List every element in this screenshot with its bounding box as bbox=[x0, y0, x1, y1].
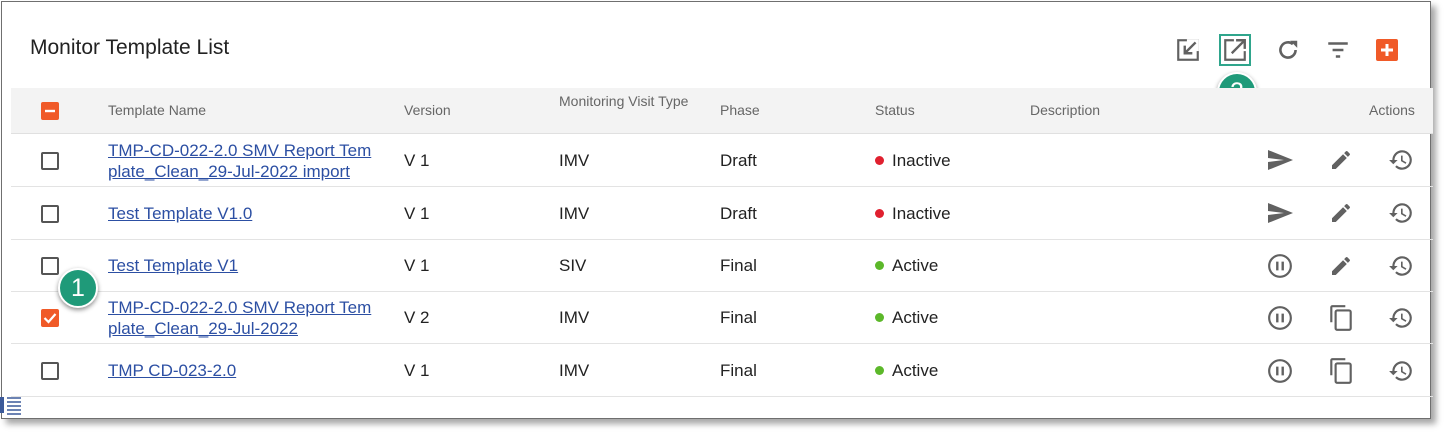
pause-icon bbox=[1268, 254, 1292, 278]
add-icon bbox=[1376, 39, 1398, 61]
col-visit-type[interactable]: Monitoring Visit Type bbox=[559, 93, 689, 110]
table-row: TMP CD-023-2.0 V 1 IMV Final Active bbox=[11, 344, 1433, 397]
template-name-link[interactable]: Test Template V1 bbox=[108, 255, 238, 276]
export-button[interactable] bbox=[1219, 34, 1251, 66]
table-row: Test Template V1 V 1 SIV Final Active bbox=[11, 239, 1433, 292]
select-all-checkbox[interactable] bbox=[41, 102, 59, 120]
version-cell: V 1 bbox=[404, 361, 430, 380]
pause-button[interactable] bbox=[1265, 303, 1295, 333]
version-cell: V 1 bbox=[404, 204, 430, 223]
table-row: Test Template V1.0 V 1 IMV Draft Inactiv… bbox=[11, 187, 1433, 240]
version-cell: V 2 bbox=[404, 308, 430, 327]
visit-type-cell: IMV bbox=[559, 308, 590, 327]
send-button[interactable] bbox=[1265, 198, 1295, 228]
table-row: TMP-CD-022-2.0 SMV Report Tem plate_Clean… bbox=[11, 134, 1433, 187]
col-phase[interactable]: Phase bbox=[720, 102, 760, 119]
status-cell: Active bbox=[875, 256, 938, 276]
status-cell: Inactive bbox=[875, 204, 951, 224]
row-checkbox[interactable] bbox=[41, 309, 59, 327]
send-button[interactable] bbox=[1265, 145, 1295, 175]
phase-cell: Final bbox=[720, 361, 757, 380]
col-actions: Actions bbox=[1369, 102, 1415, 118]
visit-type-cell: IMV bbox=[559, 204, 590, 223]
phase-cell: Final bbox=[720, 308, 757, 327]
visit-type-cell: IMV bbox=[559, 151, 590, 170]
visit-type-cell: SIV bbox=[559, 256, 587, 275]
edit-icon bbox=[1332, 256, 1351, 275]
status-dot-inactive bbox=[875, 209, 884, 218]
history-button[interactable] bbox=[1386, 145, 1416, 175]
status-cell: Inactive bbox=[875, 151, 951, 171]
minus-icon bbox=[45, 109, 55, 113]
history-icon bbox=[1389, 150, 1412, 170]
edit-icon bbox=[1332, 150, 1351, 169]
pause-icon bbox=[1268, 359, 1292, 383]
refresh-button[interactable] bbox=[1272, 34, 1304, 66]
list-menu-icon[interactable] bbox=[0, 394, 22, 416]
col-template-name[interactable]: Template Name bbox=[108, 102, 206, 119]
import-button[interactable] bbox=[1172, 34, 1204, 66]
status-dot-inactive bbox=[875, 156, 884, 165]
table-row: TMP-CD-022-2.0 SMV Report Tem plate_Clean… bbox=[11, 291, 1433, 344]
version-cell: V 1 bbox=[404, 151, 430, 170]
template-name-link[interactable]: TMP-CD-022-2.0 SMV Report Tem plate_Clean… bbox=[108, 297, 371, 339]
copy-icon bbox=[1330, 358, 1352, 384]
page-title: Monitor Template List bbox=[30, 36, 230, 59]
status-cell: Active bbox=[875, 308, 938, 328]
template-name-link[interactable]: TMP-CD-022-2.0 SMV Report Tem plate_Clean… bbox=[108, 140, 371, 182]
edit-button[interactable] bbox=[1326, 251, 1356, 281]
template-list-panel: Monitor Template List 2 Template Name Ve… bbox=[1, 1, 1433, 419]
table-header: Template Name Version Monitoring Visit T… bbox=[11, 88, 1433, 134]
col-status[interactable]: Status bbox=[875, 102, 915, 119]
pause-button[interactable] bbox=[1265, 251, 1295, 281]
pause-icon bbox=[1268, 306, 1292, 330]
template-name-link[interactable]: Test Template V1.0 bbox=[108, 203, 252, 224]
refresh-icon bbox=[1279, 40, 1298, 59]
filter-icon bbox=[1328, 42, 1348, 58]
edit-button[interactable] bbox=[1326, 145, 1356, 175]
callout-1: 1 bbox=[58, 268, 98, 308]
history-button[interactable] bbox=[1386, 356, 1416, 386]
col-version[interactable]: Version bbox=[404, 102, 451, 119]
status-dot-active bbox=[875, 261, 884, 270]
col-description[interactable]: Description bbox=[1030, 102, 1100, 119]
row-checkbox[interactable] bbox=[41, 257, 59, 275]
send-icon bbox=[1268, 203, 1293, 223]
row-checkbox[interactable] bbox=[41, 205, 59, 223]
copy-button[interactable] bbox=[1326, 303, 1356, 333]
row-checkbox[interactable] bbox=[41, 152, 59, 170]
history-button[interactable] bbox=[1386, 303, 1416, 333]
visit-type-cell: IMV bbox=[559, 361, 590, 380]
copy-icon bbox=[1330, 305, 1352, 331]
status-dot-active bbox=[875, 366, 884, 375]
copy-button[interactable] bbox=[1326, 356, 1356, 386]
pause-button[interactable] bbox=[1265, 356, 1295, 386]
version-cell: V 1 bbox=[404, 256, 430, 275]
export-icon bbox=[1224, 39, 1246, 61]
history-icon bbox=[1389, 203, 1412, 223]
phase-cell: Final bbox=[720, 256, 757, 275]
phase-cell: Draft bbox=[720, 204, 757, 223]
template-name-link[interactable]: TMP CD-023-2.0 bbox=[108, 360, 236, 381]
history-icon bbox=[1389, 256, 1412, 276]
checkmark-icon bbox=[43, 313, 57, 324]
filter-button[interactable] bbox=[1322, 34, 1354, 66]
status-cell: Active bbox=[875, 361, 938, 381]
send-icon bbox=[1268, 150, 1293, 170]
import-icon bbox=[1177, 39, 1199, 61]
edit-button[interactable] bbox=[1326, 198, 1356, 228]
phase-cell: Draft bbox=[720, 151, 757, 170]
history-button[interactable] bbox=[1386, 198, 1416, 228]
history-button[interactable] bbox=[1386, 251, 1416, 281]
status-dot-active bbox=[875, 313, 884, 322]
history-icon bbox=[1389, 361, 1412, 381]
edit-icon bbox=[1332, 203, 1351, 222]
add-button[interactable] bbox=[1371, 34, 1403, 66]
history-icon bbox=[1389, 308, 1412, 328]
row-checkbox[interactable] bbox=[41, 362, 59, 380]
